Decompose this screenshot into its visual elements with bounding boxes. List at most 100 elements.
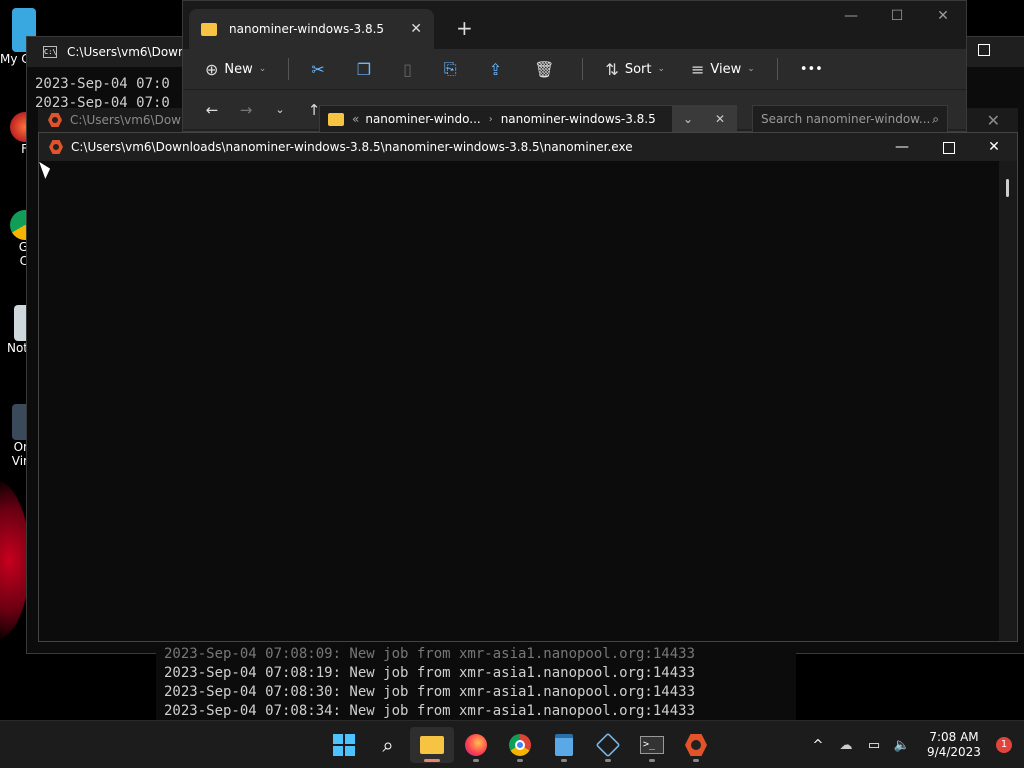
clipboard-icon: ▯: [403, 59, 412, 79]
share-button[interactable]: ⇪: [485, 54, 512, 84]
sort-icon: ⇅: [605, 59, 619, 79]
nanominer-console-output[interactable]: [39, 161, 999, 641]
nanominer-icon: [48, 113, 62, 127]
clock-date: 9/4/2023: [927, 745, 981, 759]
onedrive-offline-icon[interactable]: ☁: [832, 738, 860, 753]
trash-icon: 🗑: [534, 59, 555, 79]
toolbar-separator: [288, 58, 290, 80]
background-terminal-maximize-button[interactable]: [975, 41, 991, 57]
view-button-label: View: [710, 61, 742, 77]
new-tab-button[interactable]: +: [456, 9, 473, 49]
cut-button[interactable]: ✂: [307, 54, 334, 84]
taskbar-firefox[interactable]: [454, 727, 498, 763]
system-tray: ^ ☁ ▭ 🔈 7:08 AM 9/4/2023 1: [804, 721, 1024, 768]
virtualbox-icon: [595, 732, 621, 758]
tab-close-button[interactable]: ✕: [410, 21, 422, 37]
start-button[interactable]: [322, 727, 366, 763]
console-scrollbar[interactable]: [999, 161, 1017, 641]
view-button[interactable]: ≡ View ⌄: [687, 54, 759, 84]
taskbar-notepad[interactable]: [542, 727, 586, 763]
running-indicator: [517, 759, 523, 762]
log-line: 2023-Sep-04 07:08:09: New job from xmr-a…: [164, 646, 696, 662]
folder-icon: [328, 112, 344, 126]
running-indicator: [561, 759, 567, 762]
folder-icon: [201, 22, 217, 36]
taskbar-search-button[interactable]: ⌕: [366, 727, 410, 763]
explorer-close-button[interactable]: ✕: [920, 1, 966, 31]
nanominer-icon: [685, 734, 707, 756]
toolbar-separator: [582, 58, 584, 80]
nanominer-icon: [49, 140, 63, 154]
explorer-maximize-button[interactable]: ☐: [874, 1, 920, 31]
volume-icon[interactable]: 🔈: [888, 738, 916, 753]
scrollbar-thumb[interactable]: [1006, 179, 1009, 197]
new-button-label: New: [224, 61, 253, 77]
toolbar-separator: [776, 58, 778, 80]
rename-icon: ⎘: [443, 59, 457, 78]
second-window-title: C:\Users\vm6\Downlo: [70, 113, 200, 127]
notepad-icon: [555, 734, 573, 756]
explorer-tab[interactable]: nanominer-windows-3.8.5 ✕: [189, 9, 434, 49]
chevron-down-icon: ⌄: [657, 64, 666, 74]
address-clear-button[interactable]: ✕: [704, 105, 736, 133]
clock[interactable]: 7:08 AM 9/4/2023: [916, 730, 992, 760]
running-indicator: [693, 759, 699, 762]
new-button[interactable]: ⊕ New ⌄: [201, 54, 270, 84]
log-line: 2023-Sep-04 07:08:34: New job from xmr-a…: [164, 703, 696, 719]
view-list-icon: ≡: [691, 59, 705, 79]
clock-time: 7:08 AM: [929, 730, 979, 744]
explorer-window-controls: — ☐ ✕: [828, 1, 966, 31]
running-indicator: [649, 759, 655, 762]
network-icon[interactable]: ▭: [860, 738, 888, 753]
taskbar-apps: ⌕ >_: [322, 727, 718, 763]
windows-logo-icon: [333, 734, 355, 756]
address-bar-buttons: ⌄ ✕: [672, 105, 736, 133]
chrome-icon: [509, 734, 531, 756]
explorer-search-input[interactable]: Search nanominer-window... ⌕: [752, 105, 948, 133]
address-dropdown-button[interactable]: ⌄: [672, 105, 704, 133]
running-indicator: [473, 759, 479, 762]
delete-button[interactable]: 🗑: [530, 54, 564, 84]
forward-arrow-icon[interactable]: →: [229, 101, 263, 119]
nanominer-window-controls: — ✕: [879, 133, 1017, 161]
nanominer-window-title: C:\Users\vm6\Downloads\nanominer-windows…: [71, 140, 633, 154]
show-hidden-icons-chevron[interactable]: ^: [804, 738, 832, 753]
taskbar-virtualbox[interactable]: [586, 727, 630, 763]
search-icon: ⌕: [932, 112, 939, 126]
chevron-down-icon: ⌄: [747, 64, 755, 74]
scissors-icon: ✂: [311, 59, 325, 79]
explorer-minimize-button[interactable]: —: [828, 1, 874, 31]
folder-icon: [420, 736, 444, 754]
address-overflow[interactable]: «: [352, 112, 359, 126]
sort-button[interactable]: ⇅ Sort ⌄: [601, 54, 669, 84]
plus-circle-icon: ⊕: [205, 59, 219, 79]
breadcrumb-separator: ›: [488, 113, 493, 125]
copy-button[interactable]: ❐: [353, 54, 381, 84]
nanominer-maximize-button[interactable]: [925, 133, 971, 161]
copy-icon: ❐: [356, 59, 372, 79]
second-window-close-button[interactable]: ✕: [987, 111, 1000, 130]
paste-button[interactable]: ▯: [399, 54, 422, 84]
taskbar-terminal[interactable]: >_: [630, 727, 674, 763]
nanominer-minimize-button[interactable]: —: [879, 133, 925, 161]
notification-badge[interactable]: 1: [996, 737, 1012, 753]
taskbar-nanominer[interactable]: [674, 727, 718, 763]
breadcrumb-current[interactable]: nanominer-windows-3.8.5: [501, 112, 656, 126]
recent-locations-chevron-icon[interactable]: ⌄: [263, 103, 297, 116]
taskbar-chrome[interactable]: [498, 727, 542, 763]
share-icon: ⇪: [488, 59, 503, 79]
nanominer-close-button[interactable]: ✕: [971, 133, 1017, 161]
explorer-tab-title: nanominer-windows-3.8.5: [229, 22, 385, 36]
breadcrumb-parent[interactable]: nanominer-windo...: [365, 112, 480, 126]
background-terminal-title: C:\Users\vm6\Down: [67, 45, 186, 59]
miner-log-output: 2023-Sep-04 07:08:09: New job from xmr-a…: [156, 645, 796, 721]
nanominer-window-titlebar[interactable]: C:\Users\vm6\Downloads\nanominer-windows…: [39, 133, 1017, 161]
more-options-button[interactable]: •••: [796, 54, 827, 84]
search-placeholder: Search nanominer-window...: [761, 112, 931, 126]
nanominer-console-window[interactable]: C:\Users\vm6\Downloads\nanominer-windows…: [38, 132, 1018, 642]
terminal-icon: >_: [640, 736, 664, 754]
back-arrow-icon[interactable]: ←: [195, 101, 229, 119]
rename-button[interactable]: ⎘: [440, 54, 467, 84]
taskbar-file-explorer[interactable]: [410, 727, 454, 763]
running-indicator: [605, 759, 611, 762]
